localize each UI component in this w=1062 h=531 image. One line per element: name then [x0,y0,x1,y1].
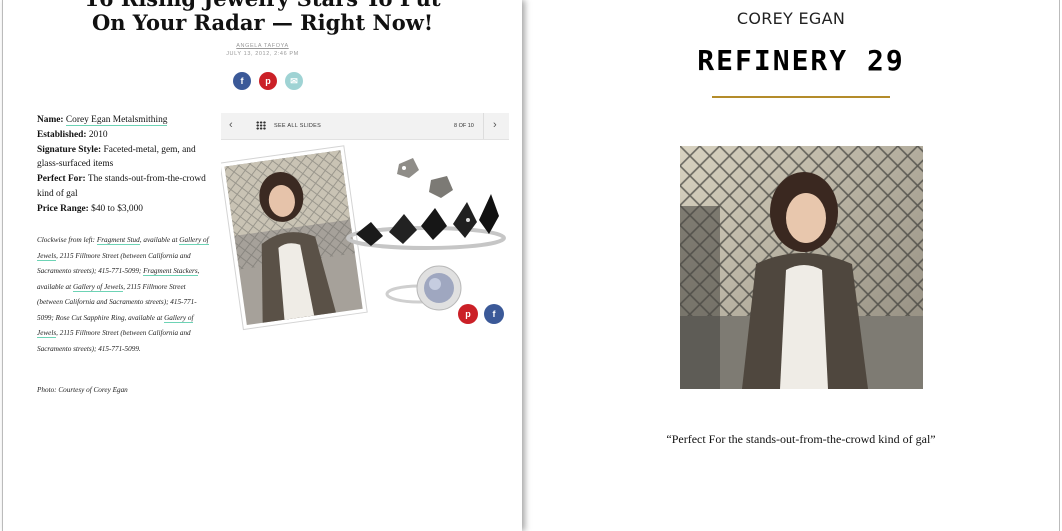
designer-name-link[interactable]: Corey Egan Metalsmithing [65,115,168,126]
grid-icon[interactable] [256,121,266,130]
perfect-for-label: Perfect For: [37,174,86,185]
brand-logo: REFINERY 29 [697,44,905,77]
article-headline-line2: On Your Radar — Right Now! [91,10,434,35]
designer-name: COREY EGAN [736,9,846,28]
price-range-value: $40 to $3,000 [91,203,143,214]
author-link[interactable]: ANGELA TAFOYA [3,42,522,50]
photo-credit: Photo: Courtesy of Corey Egan [37,386,128,394]
price-range-label: Price Range: [37,203,89,214]
divider [483,113,484,139]
credit-text: , 2115 Fillmore Street (between Californ… [37,329,191,353]
slideshow-nav: ‹ SEE ALL SLIDES 8 OF 10 › [221,113,509,140]
established-value: 2010 [88,129,108,140]
established-label: Established: [37,129,87,140]
product-credits: Clockwise from left: Fragment Stud, avai… [37,233,212,357]
next-slide-icon[interactable]: › [493,119,497,131]
stacker-rings [346,194,506,250]
designer-details: Name: Corey Egan Metalsmithing Establish… [37,113,207,217]
article-page: 16 Rising Jewelry Stars To Put On Your R… [2,0,522,531]
style-label: Signature Style: [37,144,102,155]
facebook-share-icon[interactable]: f [484,304,504,324]
sapphire-ring [385,265,462,311]
credit-text: , available at [139,236,180,244]
slide-counter: 8 OF 10 [454,123,474,129]
facebook-share-icon[interactable]: f [233,72,251,90]
polaroid-photo [221,145,368,331]
divider [712,96,890,98]
credit-text: Clockwise from left: [37,236,97,244]
see-all-slides-button[interactable]: SEE ALL SLIDES [274,123,321,129]
summary-page: COREY EGAN REFINERY 29 “Perfect For the … [523,0,1060,531]
email-share-icon[interactable]: ✉ [285,72,303,90]
fragment-stud-link[interactable]: Fragment Stud [96,236,140,245]
pinterest-share-icon[interactable]: p [259,72,277,90]
portrait-photo [680,146,923,389]
byline: ANGELA TAFOYA JULY 13, 2012, 2:46 PM [3,42,522,58]
fragment-stackers-link[interactable]: Fragment Stackers [143,267,198,276]
gallery-of-jewels-link[interactable]: Gallery of Jewels [72,282,124,292]
pull-quote: “Perfect For the stands-out-from-the-cro… [666,432,936,446]
stud-earrings [397,158,453,198]
share-buttons: f p ✉ [233,72,303,90]
pinterest-pin-icon[interactable]: p [458,304,478,324]
previous-slide-icon[interactable]: ‹ [229,119,233,131]
name-label: Name: [37,115,64,125]
publish-date: JULY 13, 2012, 2:46 PM [226,51,299,57]
